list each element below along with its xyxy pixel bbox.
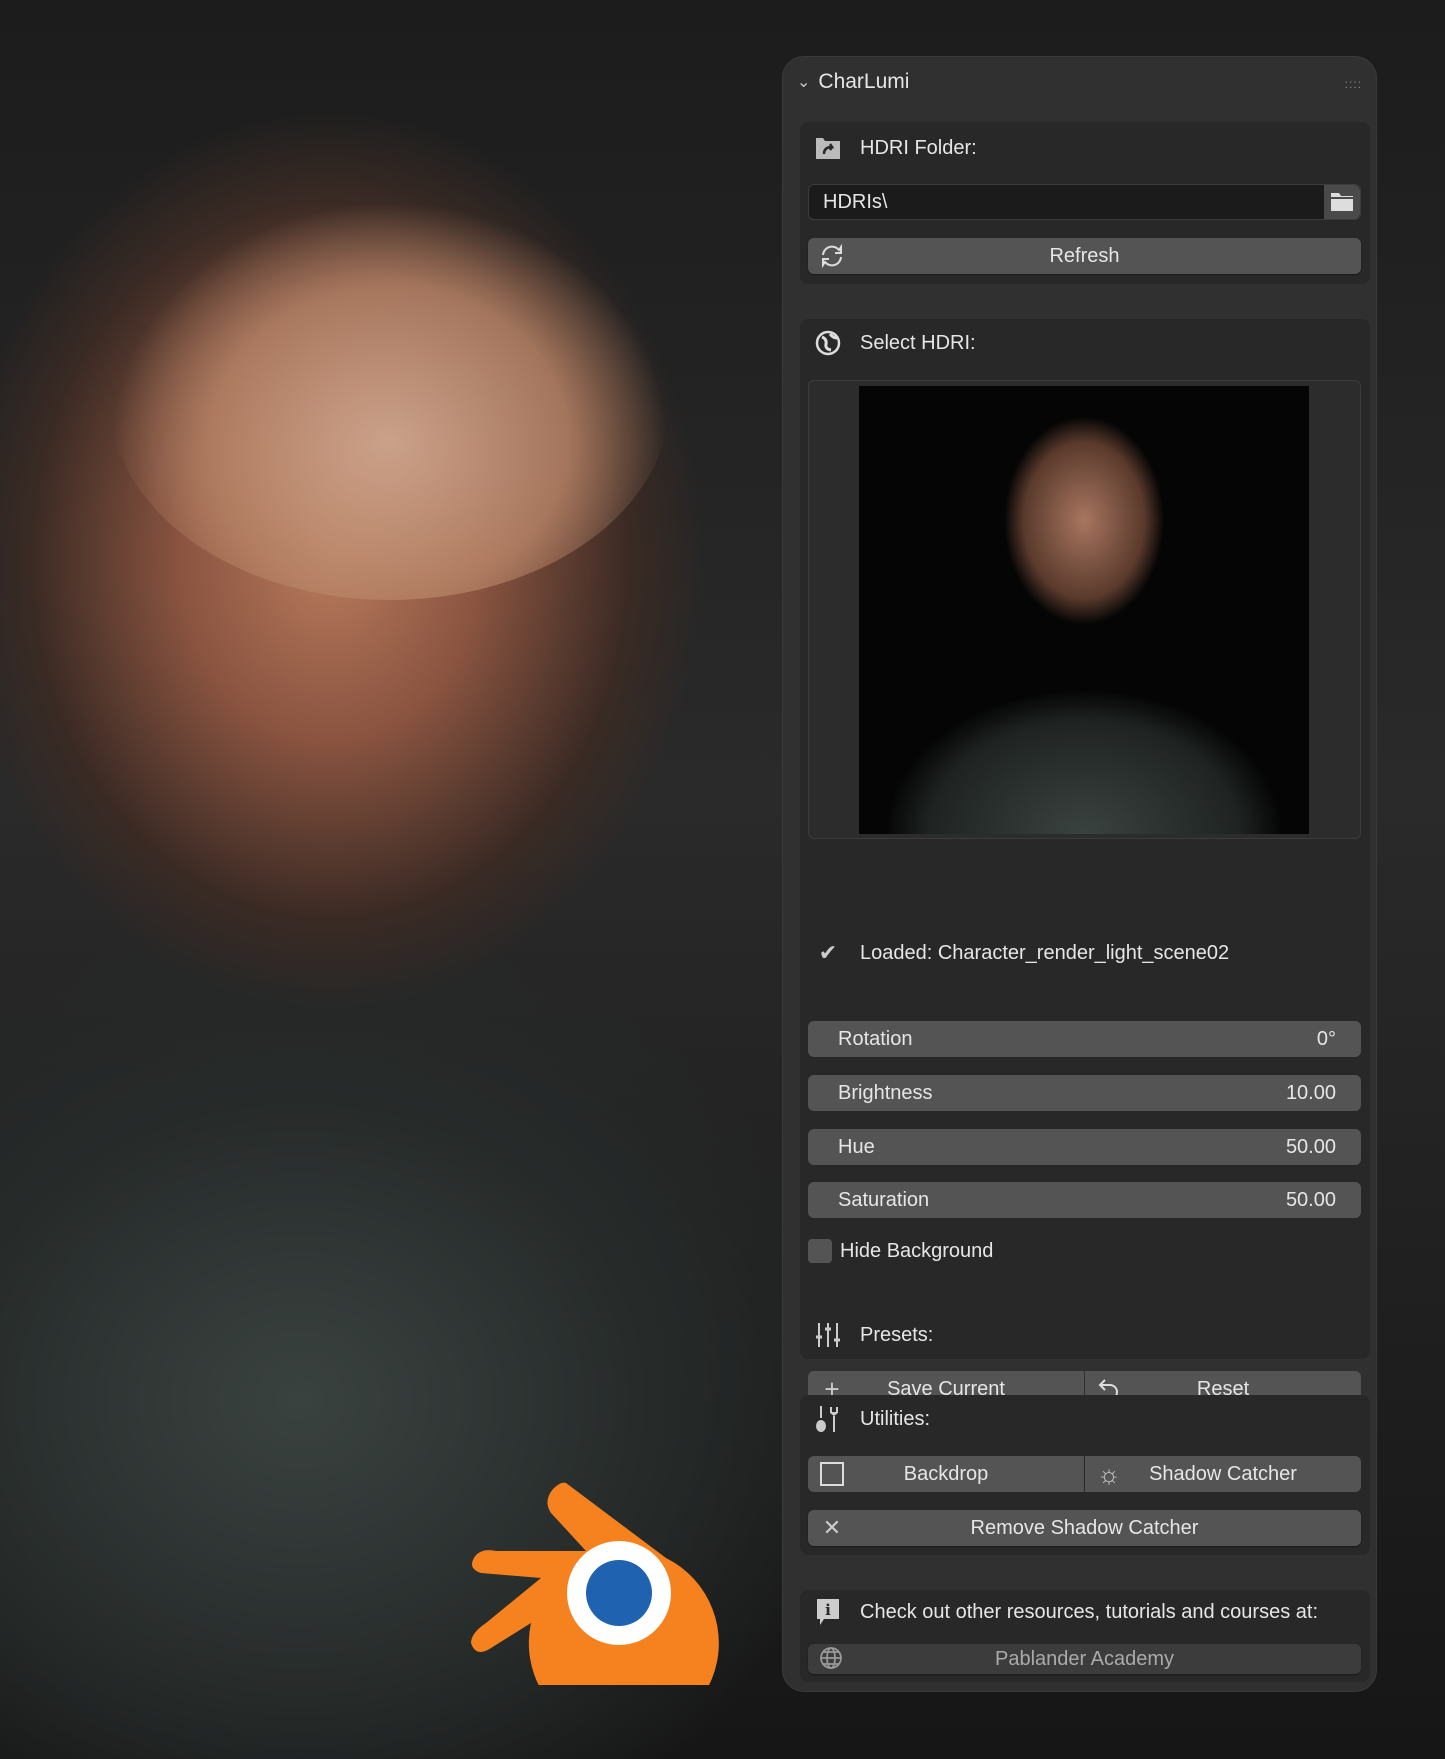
checkbox-box[interactable] [808,1239,832,1263]
loaded-status: Loaded: Character_render_light_scene02 [860,941,1230,964]
hdri-folder-label: HDRI Folder: [860,136,977,159]
refresh-button[interactable]: Refresh [808,238,1361,274]
close-icon: ✕ [822,1515,842,1540]
drag-grip-icon[interactable]: :::: [1345,77,1362,91]
pablander-academy-link[interactable]: Pablander Academy [808,1644,1361,1674]
checkmark-icon: ✔ [818,940,838,965]
shadow-catcher-button[interactable]: ☼ Shadow Catcher [1085,1456,1361,1492]
browse-folder-button[interactable] [1324,185,1360,219]
utilities-section: Utilities: Backdrop ☼ Shadow Catcher ✕ R… [800,1395,1370,1555]
info-section: i Check out other resources, tutorials a… [800,1590,1370,1682]
saturation-slider[interactable]: Saturation 50.00 [808,1182,1361,1218]
backdrop-button[interactable]: Backdrop [808,1456,1084,1492]
hdri-folder-input[interactable]: HDRIs\ [808,184,1361,220]
remove-shadow-catcher-button[interactable]: ✕ Remove Shadow Catcher [808,1510,1361,1546]
globe-cursor-icon [818,1645,846,1673]
panel-title: CharLumi [818,70,910,93]
rotation-slider[interactable]: Rotation 0° [808,1021,1361,1057]
hdri-preview-frame[interactable] [808,380,1361,839]
blender-logo-icon [471,1482,719,1685]
brightness-slider[interactable]: Brightness 10.00 [808,1075,1361,1111]
hdri-preview-thumbnail [859,386,1309,834]
sun-icon: ☼ [1097,1458,1121,1489]
charlumi-panel: ⌄ CharLumi :::: HDRI Folder: HDRIs\ Refr… [782,56,1377,1692]
world-icon [814,329,842,357]
square-icon [818,1460,846,1488]
panel-header[interactable]: ⌄ CharLumi [797,67,909,97]
select-hdri-label: Select HDRI: [860,331,976,354]
info-text: Check out other resources, tutorials and… [860,1600,1319,1623]
folder-icon [1331,193,1353,211]
tools-icon [814,1405,842,1433]
utilities-label: Utilities: [860,1407,931,1430]
select-hdri-section: Select HDRI: ✔ Loaded: Character_render_… [800,319,1370,1407]
hdri-folder-section: HDRI Folder: HDRIs\ Refresh [800,122,1370,284]
presets-label: Presets: [860,1323,934,1346]
character-head [110,200,670,600]
hdri-folder-path: HDRIs\ [823,190,888,213]
sliders-icon [814,1321,842,1349]
svg-text:i: i [825,1601,831,1619]
chevron-down-icon[interactable]: ⌄ [797,72,810,92]
hide-background-checkbox[interactable]: Hide Background [808,1239,993,1263]
hue-slider[interactable]: Hue 50.00 [808,1129,1361,1165]
folder-link-icon [814,134,842,162]
info-icon: i [814,1598,842,1626]
refresh-icon [818,242,846,270]
